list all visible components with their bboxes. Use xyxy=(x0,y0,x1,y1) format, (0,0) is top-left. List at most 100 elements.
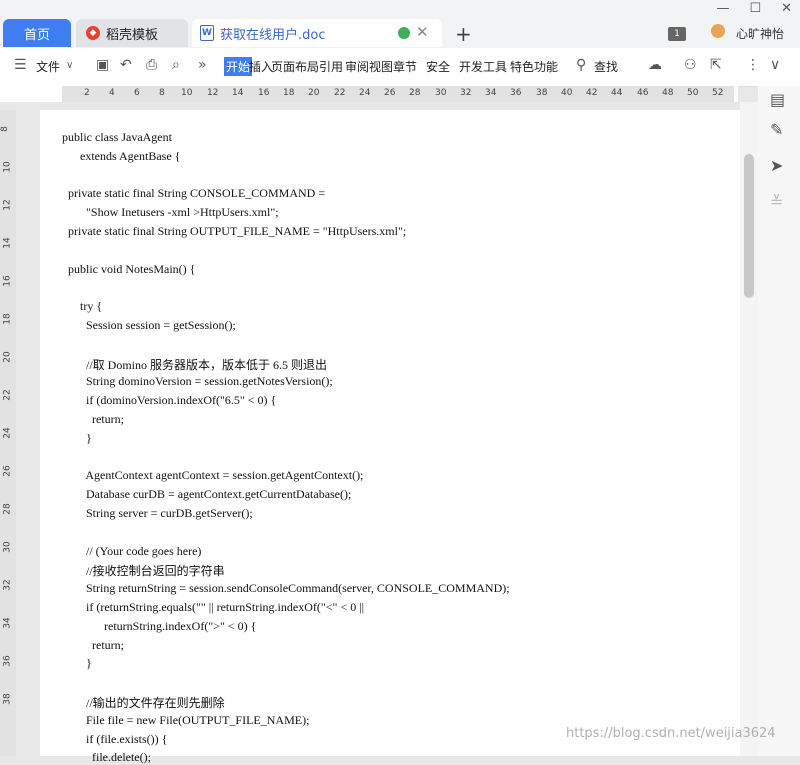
ruler-tick: 38 xyxy=(2,693,13,705)
ribbon-tab-review[interactable]: 审阅 xyxy=(345,58,369,75)
ribbon-tab-references[interactable]: 引用 xyxy=(319,58,343,75)
ruler-tick: 36 xyxy=(2,655,13,667)
ruler-tick: 22 xyxy=(2,389,13,401)
ribbon-tab-developer[interactable]: 开发工具 xyxy=(459,58,507,75)
code-line: Database curDB = agentContext.getCurrent… xyxy=(62,487,352,502)
new-tab-plus-icon[interactable]: + xyxy=(455,22,472,46)
ribbon-tab-page-layout[interactable]: 页面布局 xyxy=(271,58,319,75)
minimize-icon[interactable]: — xyxy=(716,1,729,16)
ruler-tick: 44 xyxy=(611,88,623,98)
undo-icon[interactable]: ↶ xyxy=(120,57,132,73)
print-icon[interactable]: ⎙ xyxy=(146,57,157,73)
code-line: String returnString = session.sendConsol… xyxy=(62,581,510,596)
ruler-tick: 14 xyxy=(232,88,244,98)
user-name[interactable]: 心旷神怡 xyxy=(736,25,784,42)
export-icon[interactable]: ⇱ xyxy=(710,57,722,73)
collapse-ribbon-icon[interactable]: ∨ xyxy=(770,57,780,73)
code-line: public void NotesMain() { xyxy=(62,261,196,276)
vertical-ruler[interactable]: 8 10 12 14 16 18 20 22 24 26 28 30 32 34… xyxy=(0,110,16,756)
code-line: //接收控制台返回的字符串 xyxy=(62,564,225,579)
ruler-tick: 32 xyxy=(2,579,13,591)
ruler-tick: 38 xyxy=(536,88,548,98)
ruler-tick: 50 xyxy=(687,88,699,98)
ruler-tick: 34 xyxy=(2,617,13,629)
tab-label: 首页 xyxy=(23,27,50,43)
watermark: https://blog.csdn.net/weijia3624 xyxy=(566,726,776,741)
ribbon-tab-chapter[interactable]: 章节 xyxy=(393,58,417,75)
settings-sliders-icon[interactable]: ≚ xyxy=(770,192,783,211)
ruler-tick: 20 xyxy=(308,88,320,98)
tab-label: 获取在线用户.doc xyxy=(220,27,326,43)
code-line: file.delete(); xyxy=(62,750,151,765)
code-line: //取 Domino 服务器版本，版本低于 6.5 则退出 xyxy=(62,357,328,372)
ruler-tick: 10 xyxy=(181,88,193,98)
code-line: Session session = getSession(); xyxy=(62,318,236,332)
code-line: File file = new File(OUTPUT_FILE_NAME); xyxy=(62,712,310,727)
close-tab-icon[interactable]: ✕ xyxy=(416,23,429,41)
ruler-tick: 18 xyxy=(2,313,13,325)
panel-toggle-icon[interactable]: ▤ xyxy=(770,90,785,109)
ruler-tick: 26 xyxy=(2,465,13,477)
file-menu-button[interactable]: 文件 xyxy=(36,58,60,75)
scrollbar-thumb[interactable] xyxy=(744,154,754,298)
code-line: "Show Inetusers -xml >HttpUsers.xml"; xyxy=(62,205,279,220)
save-icon[interactable]: ▣ xyxy=(96,57,109,73)
code-line: } xyxy=(62,656,92,671)
document-page[interactable]: public class JavaAgent extends AgentBase… xyxy=(40,110,740,764)
tab-daoke-templates[interactable]: ◆ 稻壳模板 xyxy=(76,19,188,47)
pen-edit-icon[interactable]: ✎ xyxy=(770,120,783,139)
more-options-icon[interactable]: ⋮ xyxy=(746,57,760,73)
ribbon-tab-view[interactable]: 视图 xyxy=(369,58,393,75)
code-line: return; xyxy=(62,637,124,652)
ruler-tick: 10 xyxy=(2,161,13,173)
title-bar: — ☐ ✕ 首页 ◆ 稻壳模板 W 获取在线用户.doc ✕ + 1 心旷神怡 xyxy=(0,0,800,48)
menu-icon[interactable]: ☰ xyxy=(14,57,27,73)
saved-check-icon xyxy=(398,27,410,39)
code-line: extends AgentBase { xyxy=(62,148,181,163)
print-preview-icon[interactable]: ⌕ xyxy=(172,57,180,73)
share-user-icon[interactable]: ⚇ xyxy=(684,57,697,73)
ruler-tick: 28 xyxy=(2,503,13,515)
ruler-tick: 30 xyxy=(435,88,447,98)
window-controls: — ☐ ✕ xyxy=(716,1,792,16)
ruler-tick: 14 xyxy=(2,237,13,249)
ribbon-tab-insert[interactable]: 插入 xyxy=(249,58,273,75)
code-line: try { xyxy=(62,299,103,314)
code-line: private static final String CONSOLE_COMM… xyxy=(62,186,326,201)
more-icon[interactable]: » xyxy=(198,57,207,73)
avatar[interactable] xyxy=(711,24,725,38)
code-line: if (returnString.equals("" || returnStri… xyxy=(62,600,365,614)
ruler-tick: 28 xyxy=(409,88,421,98)
ruler-tick: 32 xyxy=(460,88,472,98)
ruler-tick: 16 xyxy=(258,88,270,98)
code-line: public class JavaAgent xyxy=(62,130,172,144)
ruler-tick: 46 xyxy=(637,88,649,98)
ruler-tick: 40 xyxy=(561,88,573,98)
ruler-tick: 52 xyxy=(712,88,724,98)
ruler-tick: 8 xyxy=(0,126,10,132)
code-line: AgentContext agentContext = session.getA… xyxy=(62,468,364,483)
code-line: private static final String OUTPUT_FILE_… xyxy=(62,224,407,238)
pointer-select-icon[interactable]: ➤ xyxy=(770,156,783,175)
ribbon-tab-security[interactable]: 安全 xyxy=(426,58,450,75)
ruler-tick: 12 xyxy=(207,88,219,98)
cloud-sync-icon[interactable]: ☁ xyxy=(648,57,662,73)
code-line: if (file.exists()) { xyxy=(62,731,168,746)
ribbon-tab-special[interactable]: 特色功能 xyxy=(510,58,558,75)
code-line: } xyxy=(62,430,92,445)
search-button[interactable]: 查找 xyxy=(594,58,618,75)
notification-badge[interactable]: 1 xyxy=(668,27,686,41)
search-icon[interactable]: ⚲ xyxy=(576,57,586,73)
ruler-tick: 12 xyxy=(2,199,13,211)
ribbon-tab-start[interactable]: 开始 xyxy=(224,57,253,76)
tab-label: 稻壳模板 xyxy=(106,27,159,43)
ruler-tick: 30 xyxy=(2,541,13,553)
close-window-icon[interactable]: ✕ xyxy=(781,1,792,16)
ruler-tick: 34 xyxy=(485,88,497,98)
ruler-tick: 4 xyxy=(109,88,115,98)
tab-home[interactable]: 首页 xyxy=(3,19,71,47)
maximize-icon[interactable]: ☐ xyxy=(749,1,761,16)
tab-document[interactable]: W 获取在线用户.doc ✕ xyxy=(192,19,442,47)
chevron-down-icon[interactable]: ∨ xyxy=(66,60,73,71)
ruler-tick: 24 xyxy=(2,427,13,439)
